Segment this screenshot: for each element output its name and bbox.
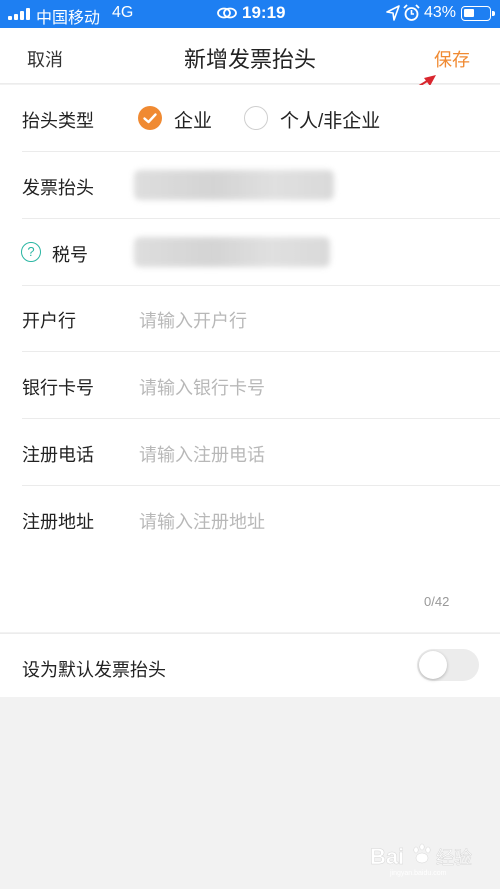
location-arrow-icon: [386, 5, 400, 21]
default-label: 设为默认发票抬头: [22, 660, 166, 680]
header-label: 发票抬头: [22, 178, 94, 198]
invoice-header-input[interactable]: [134, 170, 334, 200]
battery-icon: [461, 6, 495, 21]
network-type: 4G: [112, 4, 134, 21]
tax-number-row: ? 税号: [0, 219, 500, 286]
phone-label: 注册电话: [22, 445, 94, 465]
radio-enterprise[interactable]: 企业: [138, 105, 228, 132]
cancel-button[interactable]: 取消: [27, 46, 63, 72]
tax-number-input[interactable]: [134, 237, 330, 267]
header-type-row: 抬头类型 企业 个人/非企业: [0, 85, 500, 152]
type-label: 抬头类型: [22, 111, 94, 131]
phone-row: 注册电话 请输入注册电话: [0, 419, 500, 486]
checked-radio-icon: [138, 106, 162, 130]
bank-row: 开户行 请输入开户行: [0, 285, 500, 352]
invoice-form: 抬头类型 企业 个人/非企业 发票抬头 ? 税号 开户行 请输入开户行 银行卡号…: [0, 85, 500, 632]
default-toggle[interactable]: [417, 649, 479, 681]
radio-personal[interactable]: 个人/非企业: [244, 105, 384, 132]
help-icon[interactable]: ?: [21, 242, 41, 262]
svg-text:jingyan.baidu.com: jingyan.baidu.com: [389, 870, 447, 877]
tax-label: 税号: [52, 245, 88, 265]
radio-personal-label: 个人/非企业: [280, 111, 381, 132]
alarm-clock-icon: [403, 4, 420, 21]
card-number-input[interactable]: 请输入银行卡号: [139, 374, 265, 400]
baidu-jingyan-logo: Bai 经验 jingyan.baidu.com: [368, 838, 488, 878]
card-row: 银行卡号 请输入银行卡号: [0, 352, 500, 419]
bank-label: 开户行: [22, 311, 76, 331]
svg-text:经验: 经验: [436, 848, 472, 869]
clock: 19:19: [242, 3, 286, 22]
bank-input[interactable]: 请输入开户行: [139, 307, 247, 333]
address-label: 注册地址: [22, 512, 94, 532]
status-bar: 中国移动 4G 19:19 43%: [0, 0, 500, 28]
phone-input[interactable]: 请输入注册电话: [139, 441, 265, 467]
battery-percent: 43%: [424, 4, 457, 21]
invoice-header-row: 发票抬头: [0, 152, 500, 219]
unchecked-radio-icon: [244, 106, 268, 130]
signal-icon: [8, 8, 32, 20]
default-header-row: 设为默认发票抬头: [0, 633, 500, 697]
check-icon: [143, 113, 157, 124]
radio-enterprise-label: 企业: [174, 111, 213, 132]
address-char-counter: 0/42: [424, 594, 450, 609]
address-textarea[interactable]: 请输入注册地址: [139, 508, 265, 534]
baidu-paw-icon: Bai 经验 jingyan.baidu.com: [370, 843, 472, 877]
card-label: 银行卡号: [22, 378, 94, 398]
toggle-knob: [419, 651, 447, 679]
link-icon: [217, 7, 237, 19]
carrier-name: 中国移动: [36, 10, 101, 27]
svg-text:Bai: Bai: [370, 844, 404, 869]
